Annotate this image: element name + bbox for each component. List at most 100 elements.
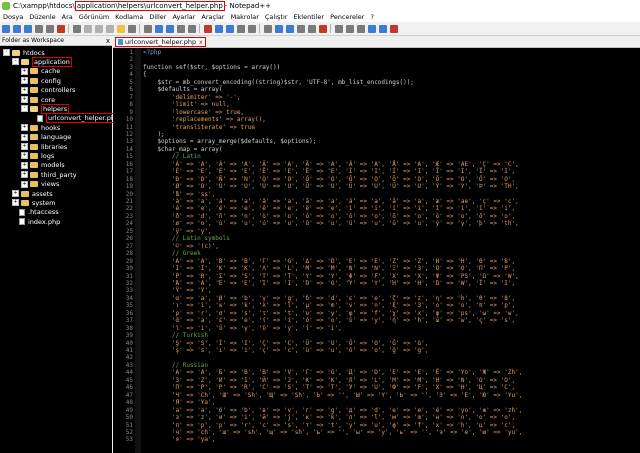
menu-item[interactable]: Eklentiler — [293, 13, 324, 21]
tree-item-urlconvert-helper-php[interactable]: urlconvert_helper.php — [30, 113, 122, 124]
tree-item-cache[interactable]: + cache — [21, 67, 60, 76]
tree-item-libraries[interactable]: + libraries — [21, 142, 67, 151]
toolbar-button-icon[interactable] — [23, 24, 32, 33]
toolbar-button-icon[interactable] — [127, 24, 136, 33]
line-number: 16 — [125, 160, 133, 168]
toolbar-button-icon[interactable] — [1, 24, 10, 33]
line-number: 52 — [125, 428, 133, 436]
toolbar-button-icon[interactable] — [225, 24, 234, 33]
toolbar-button-icon[interactable] — [165, 24, 174, 33]
toolbar-button-icon[interactable] — [236, 24, 245, 33]
expand-icon[interactable]: + — [12, 199, 19, 207]
collapse-icon[interactable]: - — [12, 58, 19, 66]
toolbar-button-icon[interactable] — [105, 24, 114, 33]
line-number: 43 — [125, 361, 133, 369]
folder-icon — [21, 58, 29, 65]
tree-item-index-php[interactable]: index.php — [12, 217, 60, 226]
toolbar-button-icon[interactable] — [94, 24, 103, 33]
menu-item[interactable]: Ara — [62, 13, 73, 21]
toolbar-button-icon[interactable] — [378, 24, 387, 33]
menu-item[interactable]: Araçlar — [201, 13, 224, 21]
expand-icon[interactable]: + — [21, 96, 28, 103]
code-view[interactable]: <?php function sef($str, $options = array… — [143, 48, 640, 453]
line-number: 11 — [125, 123, 133, 131]
line-number: 34 — [125, 294, 133, 302]
expand-icon[interactable]: + — [21, 152, 28, 160]
toolbar-button-icon[interactable] — [214, 24, 223, 33]
tree-item-helpers[interactable]: - helpers — [21, 103, 70, 114]
line-number: 15 — [125, 153, 133, 161]
tree-item-views[interactable]: + views — [21, 180, 59, 189]
code-line: 'ά' => 'a', 'έ' => 'e', 'ί' => 'i', 'ό' … — [143, 317, 516, 325]
menu-item[interactable]: Kodlama — [115, 13, 143, 21]
tree-item-logs[interactable]: + logs — [21, 151, 54, 160]
toolbar-button-icon[interactable] — [45, 24, 54, 33]
tree-item-config[interactable]: + config — [21, 76, 61, 85]
collapse-icon[interactable]: - — [21, 105, 28, 113]
toolbar-button-icon[interactable] — [154, 24, 163, 33]
toolbar-button-icon[interactable] — [296, 24, 305, 33]
toolbar-button-icon[interactable] — [176, 24, 185, 33]
expand-icon[interactable]: + — [21, 67, 28, 75]
expand-icon[interactable]: + — [12, 190, 19, 197]
toolbar-button-icon[interactable] — [263, 24, 272, 33]
tree-item-core[interactable]: + core — [21, 95, 55, 104]
toolbar-button-icon[interactable] — [83, 24, 92, 33]
collapse-icon[interactable]: - — [3, 49, 10, 56]
code-line: 'Я' => 'Ya', — [143, 399, 216, 407]
menu-item[interactable]: Düzenle — [29, 13, 55, 21]
tree-item-language[interactable]: + language — [21, 133, 71, 142]
menu-item[interactable]: Makrolar — [231, 13, 259, 21]
code-line: 'Ά' => 'A', 'Έ' => 'E', 'Ί' => 'I', 'Ό' … — [143, 279, 516, 287]
tree-item-third-party[interactable]: + third_party — [21, 170, 77, 179]
menu-item[interactable]: Diller — [149, 13, 166, 21]
expand-icon[interactable]: + — [21, 171, 28, 179]
toolbar-button-icon[interactable] — [334, 24, 343, 33]
menu-item[interactable]: ? — [370, 13, 373, 21]
expand-icon[interactable]: + — [21, 143, 28, 150]
fold-margin[interactable] — [135, 48, 141, 453]
tree-item-hooks[interactable]: + hooks — [21, 123, 60, 132]
menu-item[interactable]: Ayarlar — [172, 13, 195, 21]
tree-item--htaccess[interactable]: .htaccess — [12, 208, 59, 217]
toolbar-button-icon[interactable] — [34, 24, 43, 33]
tree-item-controllers[interactable]: + controllers — [21, 86, 75, 95]
expand-icon[interactable]: + — [21, 133, 28, 141]
tab-urlconvert-helper[interactable]: urlconvert_helper.php x — [115, 37, 206, 47]
toolbar-button-icon[interactable] — [56, 24, 65, 33]
tree-item-system[interactable]: + system — [12, 198, 56, 207]
toolbar-button-icon[interactable] — [356, 24, 365, 33]
tree-item-application[interactable]: - application — [12, 56, 72, 67]
menu-item[interactable]: Dosya — [3, 13, 23, 21]
toolbar-button-icon[interactable] — [389, 24, 398, 33]
expand-icon[interactable]: + — [21, 180, 28, 188]
panel-close-icon[interactable]: x — [106, 37, 110, 45]
toolbar-button-icon[interactable] — [285, 24, 294, 33]
toolbar-button-icon[interactable] — [72, 24, 81, 33]
toolbar-button-icon[interactable] — [318, 24, 327, 33]
tree-item-assets[interactable]: + assets — [12, 189, 53, 198]
toolbar-button-icon[interactable] — [116, 24, 125, 33]
toolbar-button-icon[interactable] — [307, 24, 316, 33]
menu-item[interactable]: Pencereler — [330, 13, 364, 21]
expand-icon[interactable]: + — [21, 86, 28, 94]
expand-icon[interactable]: + — [21, 161, 28, 169]
toolbar-button-icon[interactable] — [345, 24, 354, 33]
expand-icon[interactable]: + — [21, 77, 28, 85]
menu-item[interactable]: Görünüm — [79, 13, 109, 21]
toolbar-button-icon[interactable] — [367, 24, 376, 33]
toolbar-button-icon[interactable] — [12, 24, 21, 33]
toolbar-button-icon[interactable] — [187, 24, 196, 33]
toolbar-button-icon[interactable] — [143, 24, 152, 33]
toolbar-separator — [259, 24, 260, 33]
expand-icon[interactable]: + — [21, 124, 28, 132]
toolbar-button-icon[interactable] — [247, 24, 256, 33]
menu-item[interactable]: Çalıştır — [265, 13, 288, 21]
tree-item-models[interactable]: + models — [21, 161, 65, 170]
code-line: 'limit' => null, — [143, 101, 230, 109]
code-line: 'à' => 'a', 'á' => 'a', 'â' => 'a', 'ã' … — [143, 198, 519, 205]
tab-close-icon[interactable]: x — [199, 39, 203, 46]
toolbar-button-icon[interactable] — [274, 24, 283, 33]
toolbar-button-icon[interactable] — [203, 24, 212, 33]
tree-item-htdocs[interactable]: - htdocs — [3, 48, 45, 57]
